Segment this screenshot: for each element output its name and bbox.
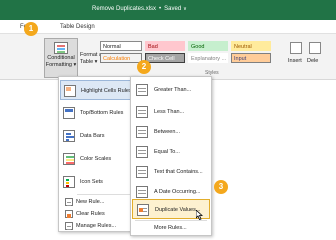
step-badge-2: 2 (137, 60, 151, 74)
submenu-item-label: More Rules... (154, 225, 187, 231)
color-scales-icon (63, 153, 75, 165)
cell-style-check-cell[interactable]: Check Cell (145, 53, 185, 63)
insert-button[interactable]: Insert (288, 58, 302, 64)
menu-item-label: Highlight Cells Rules (81, 88, 132, 94)
cell-style-neutral[interactable]: Neutral (231, 41, 271, 51)
title-separator: • (159, 6, 162, 12)
insert-icon (290, 42, 302, 54)
menu-item-data-bars[interactable]: Data Bars › (60, 126, 136, 146)
menu-item-label: Top/Bottom Rules (80, 110, 124, 116)
cell-style-calculation[interactable]: Calculation (100, 53, 142, 63)
top-bottom-icon (63, 107, 75, 119)
delete-button[interactable]: Dele (307, 58, 318, 64)
submenu-item-less-than[interactable]: Less Than... (132, 102, 210, 122)
submenu-item-more-rules[interactable]: More Rules... (132, 222, 210, 234)
submenu-item-label: Equal To... (154, 149, 180, 155)
submenu-item-text-contains[interactable]: Text that Contains... (132, 162, 210, 182)
cell-style-normal[interactable]: Normal (100, 41, 142, 51)
submenu-item-label: Greater Than... (154, 87, 192, 93)
step-badge-1: 1 (24, 22, 38, 36)
tab-table-design[interactable]: Table Design (60, 24, 95, 30)
duplicate-values-icon (137, 204, 149, 216)
data-bars-icon (63, 130, 75, 142)
menu-separator (77, 194, 135, 195)
window-title: Remove Duplicates.xlsx • Saved ∨ (92, 6, 187, 12)
menu-item-new-rule[interactable]: New Rule... (60, 196, 136, 208)
save-state: Saved (164, 6, 182, 12)
icon-sets-icon (63, 176, 75, 188)
clear-rules-icon (65, 210, 73, 218)
cf-label-line1: Conditional (47, 55, 75, 61)
menu-item-clear-rules[interactable]: Clear Rules › (60, 208, 136, 220)
cell-style-explanatory[interactable]: Explanatory ... (188, 53, 228, 63)
mouse-pointer-icon (195, 209, 204, 222)
less-than-icon (136, 106, 148, 118)
step-badge-3: 3 (214, 180, 228, 194)
cell-style-bad[interactable]: Bad (145, 41, 185, 51)
new-rule-icon (65, 198, 73, 206)
menu-item-label: New Rule... (76, 199, 105, 205)
menu-item-label: Icon Sets (80, 179, 103, 185)
file-name: Remove Duplicates.xlsx (92, 6, 157, 12)
menu-item-label: Manage Rules... (76, 223, 117, 229)
equal-to-icon (136, 146, 148, 158)
submenu-item-greater-than[interactable]: Greater Than... (132, 80, 210, 100)
between-icon (136, 126, 148, 138)
conditional-formatting-menu: Highlight Cells Rules › Top/Bottom Rules… (58, 76, 138, 232)
menu-item-label: Color Scales (80, 156, 112, 162)
submenu-item-label: Between... (154, 129, 180, 135)
date-occurring-icon (136, 186, 148, 198)
menu-item-label: Clear Rules (76, 211, 105, 217)
chevron-down-icon[interactable]: ∨ (183, 6, 187, 12)
menu-item-icon-sets[interactable]: Icon Sets › (60, 172, 136, 192)
ribbon-tabs: Fo Table Design (0, 20, 336, 34)
submenu-item-between[interactable]: Between... (132, 122, 210, 142)
delete-icon (309, 42, 321, 54)
menu-item-top-bottom-rules[interactable]: Top/Bottom Rules › (60, 103, 136, 123)
cf-label-line2: Formatting ▾ (45, 62, 77, 68)
cell-style-input[interactable]: Input (231, 53, 271, 63)
submenu-item-equal-to[interactable]: Equal To... (132, 142, 210, 162)
greater-than-icon (136, 84, 148, 96)
submenu-item-label: Text that Contains... (154, 169, 203, 175)
submenu-item-label: Duplicate Values... (155, 207, 201, 213)
menu-item-label: Data Bars (80, 133, 105, 139)
menu-item-manage-rules[interactable]: Manage Rules... (60, 220, 136, 232)
title-bar: Remove Duplicates.xlsx • Saved ∨ (0, 0, 336, 20)
conditional-formatting-icon (54, 42, 68, 54)
text-contains-icon (136, 166, 148, 178)
submenu-item-label: Less Than... (154, 109, 185, 115)
cell-style-good[interactable]: Good (188, 41, 228, 51)
manage-rules-icon (65, 222, 73, 230)
highlight-cells-icon (64, 85, 76, 97)
conditional-formatting-button[interactable]: Conditional Formatting ▾ (44, 38, 78, 78)
menu-item-color-scales[interactable]: Color Scales › (60, 149, 136, 169)
menu-item-highlight-cells-rules[interactable]: Highlight Cells Rules › (60, 80, 136, 100)
